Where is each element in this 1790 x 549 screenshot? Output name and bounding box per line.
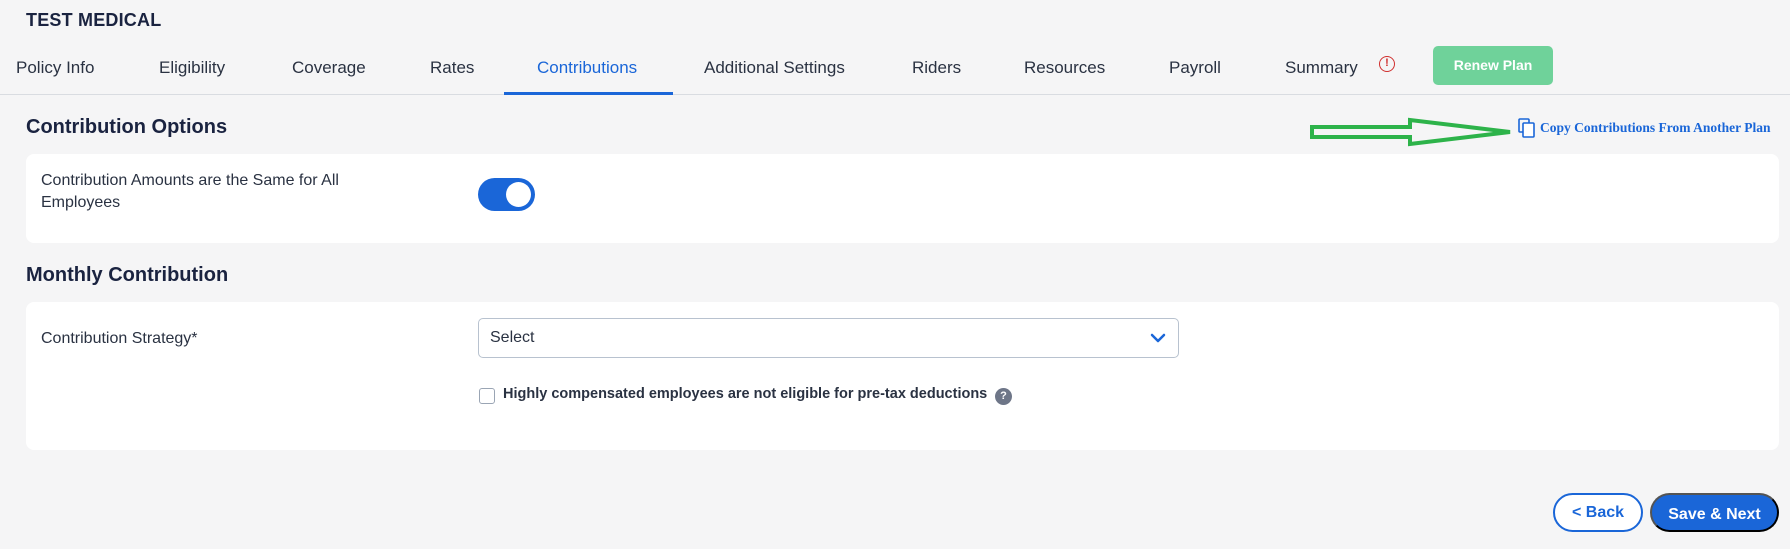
tab-bar: Policy Info Eligibility Coverage Rates C… <box>0 40 1790 95</box>
contribution-options-card: Contribution Amounts are the Same for Al… <box>26 154 1779 243</box>
tab-summary[interactable]: Summary <box>1285 58 1358 78</box>
strategy-label: Contribution Strategy* <box>41 330 198 347</box>
same-for-all-toggle[interactable] <box>478 178 535 211</box>
tab-resources[interactable]: Resources <box>1024 58 1105 78</box>
copy-icon <box>1518 118 1535 138</box>
hce-checkbox[interactable] <box>479 388 495 404</box>
strategy-select[interactable]: Select <box>478 318 1179 358</box>
tab-rates[interactable]: Rates <box>430 58 474 78</box>
monthly-contribution-card: Contribution Strategy* Select Highly com… <box>26 302 1779 450</box>
toggle-knob <box>506 182 531 207</box>
copy-contributions-label: Copy Contributions From Another Plan <box>1540 120 1771 135</box>
plan-title: TEST MEDICAL <box>26 10 162 30</box>
tab-additional-settings[interactable]: Additional Settings <box>704 58 845 78</box>
active-tab-indicator <box>504 92 673 95</box>
strategy-select-value: Select <box>490 329 535 346</box>
same-for-all-label: Contribution Amounts are the Same for Al… <box>41 172 339 211</box>
save-next-button[interactable]: Save & Next <box>1650 493 1779 532</box>
contribution-options-title: Contribution Options <box>26 116 228 138</box>
tab-riders[interactable]: Riders <box>912 58 961 78</box>
tab-eligibility[interactable]: Eligibility <box>159 58 225 78</box>
tab-contributions[interactable]: Contributions <box>537 58 637 78</box>
hce-checkbox-label: Highly compensated employees are not eli… <box>503 386 988 402</box>
copy-contributions-link[interactable]: Copy Contributions From Another Plan <box>1518 118 1771 138</box>
monthly-contribution-title: Monthly Contribution <box>26 264 229 286</box>
back-button[interactable]: < Back <box>1553 493 1643 532</box>
tab-coverage[interactable]: Coverage <box>292 58 366 78</box>
annotation-arrow-icon <box>1310 117 1511 147</box>
help-icon[interactable]: ? <box>995 388 1012 405</box>
chevron-down-icon <box>1150 333 1166 343</box>
renew-plan-button[interactable]: Renew Plan <box>1433 46 1553 85</box>
tab-payroll[interactable]: Payroll <box>1169 58 1221 78</box>
tab-policy-info[interactable]: Policy Info <box>16 58 94 78</box>
alert-icon: ! <box>1379 56 1395 72</box>
